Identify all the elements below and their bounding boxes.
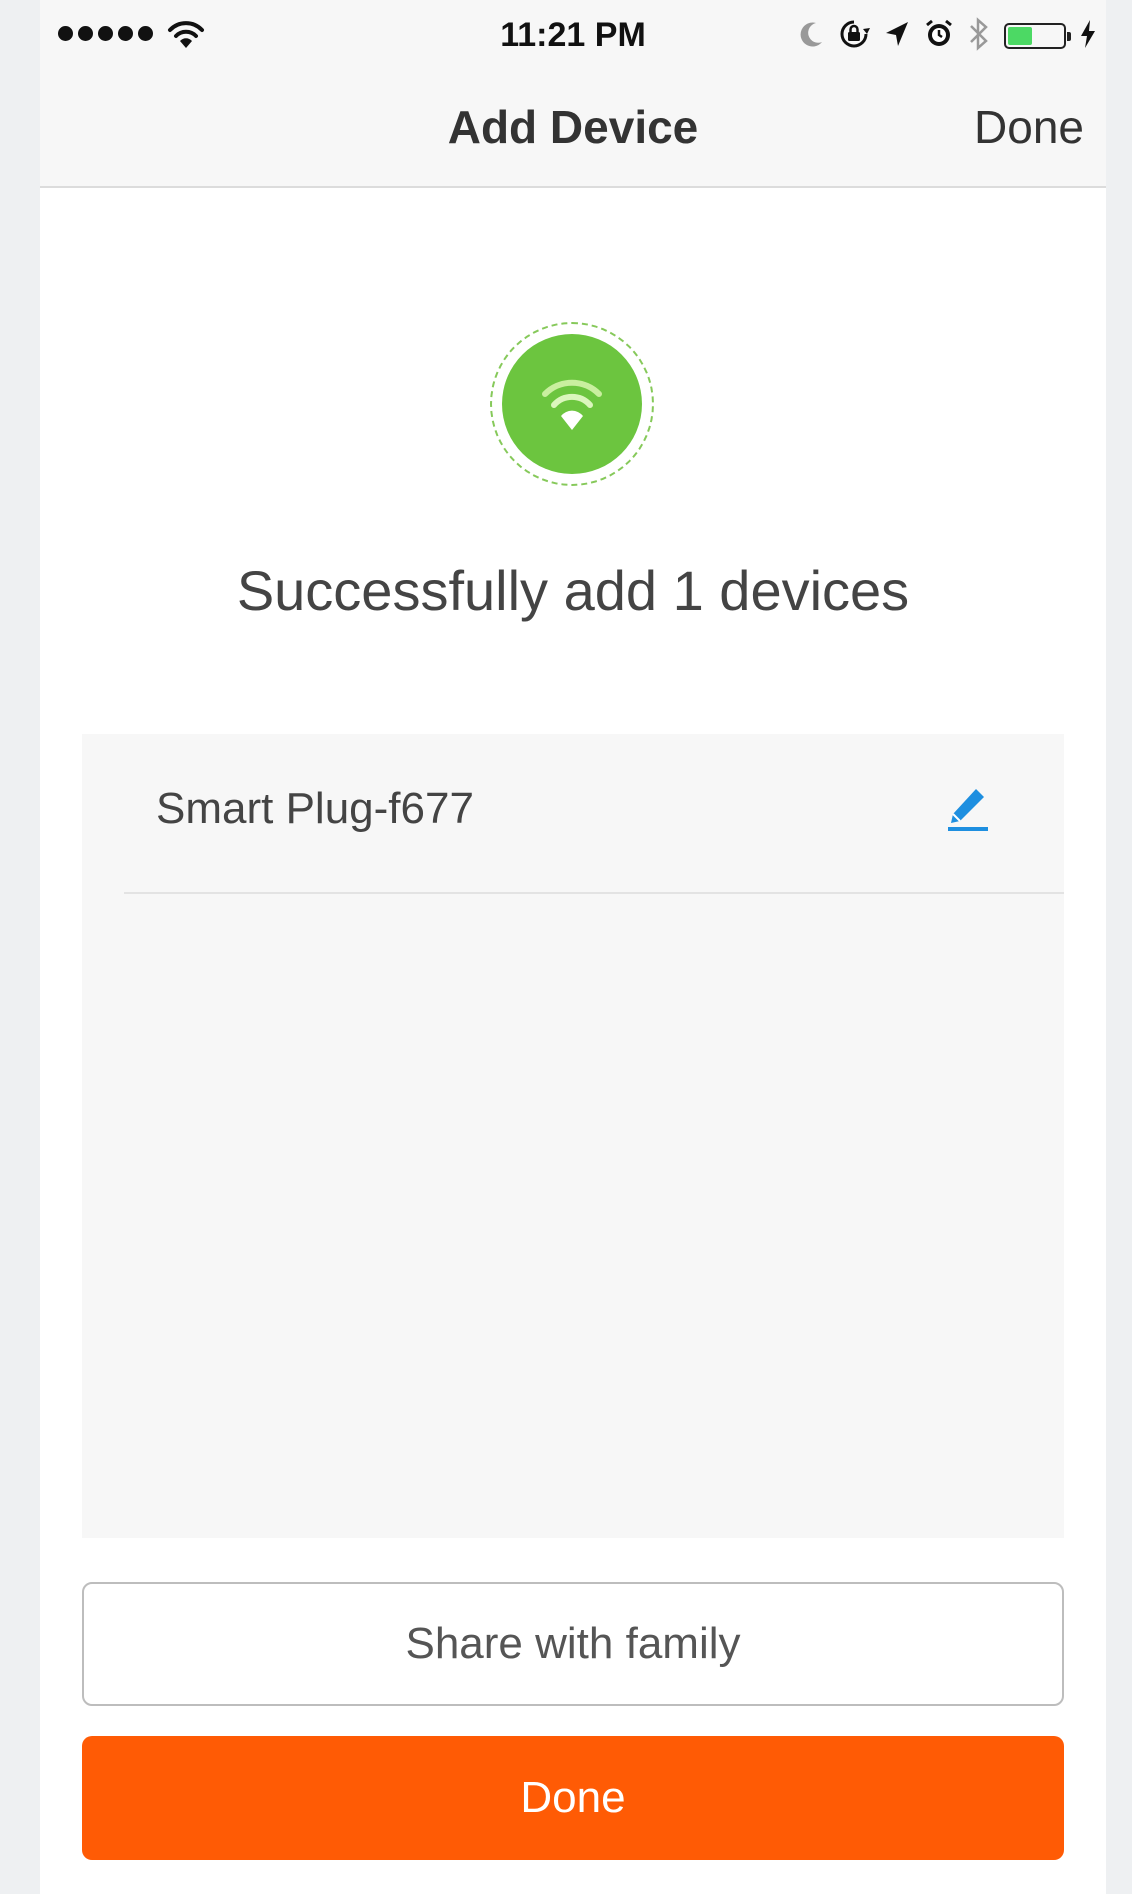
status-bar: 11:21 PM	[40, 0, 1106, 70]
device-list: Smart Plug-f677	[82, 734, 1064, 1538]
status-icons	[798, 16, 1096, 56]
rotation-lock-icon	[838, 18, 870, 55]
done-button[interactable]: Done	[82, 1736, 1064, 1860]
success-status-icon	[490, 322, 654, 486]
list-item[interactable]: Smart Plug-f677	[124, 734, 1064, 894]
battery-fill	[1008, 27, 1033, 45]
location-arrow-icon	[884, 20, 910, 53]
nav-done-button[interactable]: Done	[974, 100, 1084, 154]
success-message: Successfully add 1 devices	[236, 559, 910, 622]
alarm-icon	[924, 19, 954, 54]
charging-bolt-icon	[1080, 19, 1096, 53]
bluetooth-icon	[968, 16, 990, 56]
wifi-icon	[502, 334, 642, 474]
pencil-edit-icon[interactable]	[946, 786, 990, 837]
navigation-bar: Add Device Done	[40, 70, 1106, 188]
app-screen: 11:21 PM Add Device Done Successfully ad…	[40, 0, 1106, 1894]
share-with-family-button[interactable]: Share with family	[82, 1582, 1064, 1706]
device-name: Smart Plug-f677	[156, 784, 474, 833]
battery-icon	[1004, 23, 1071, 49]
page-title: Add Device	[447, 101, 699, 153]
moon-icon	[798, 20, 824, 53]
